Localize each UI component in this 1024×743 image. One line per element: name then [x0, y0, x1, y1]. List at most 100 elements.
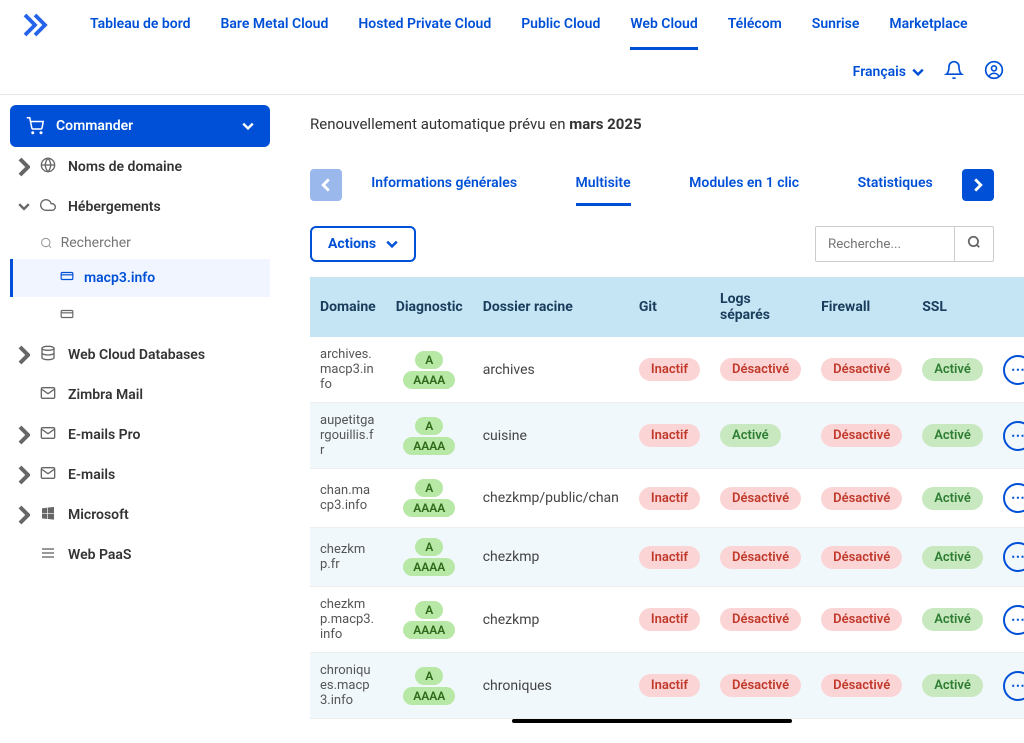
- card-icon: [60, 307, 74, 325]
- tab[interactable]: Statistiques: [858, 163, 933, 206]
- logs-cell: Activé: [710, 403, 811, 469]
- ssl-cell: Activé: [912, 469, 993, 528]
- table-row: chezkmp.frAAAAAchezkmpInactifDésactivéDé…: [310, 528, 1024, 587]
- mail-icon: [40, 425, 58, 445]
- chevron-down-icon: [242, 120, 254, 132]
- status-pill: Désactivé: [720, 487, 801, 510]
- sidebar-item-label: Hébergements: [68, 199, 161, 215]
- row-actions-button[interactable]: ⋯: [1003, 483, 1024, 513]
- firewall-cell: Désactivé: [811, 469, 912, 528]
- sidebar-item-label: Web PaaS: [68, 547, 131, 563]
- sidebar-item[interactable]: Zimbra Mail: [10, 375, 270, 415]
- actions-button[interactable]: Actions: [310, 226, 416, 262]
- diagnostic-cell: AAAAA: [386, 469, 473, 528]
- folder-cell: chroniques: [473, 653, 629, 719]
- mail-icon: [40, 385, 58, 405]
- tab[interactable]: Informations générales: [371, 163, 517, 206]
- row-actions-button[interactable]: ⋯: [1003, 671, 1024, 701]
- domain-cell: archives.macp3.info: [310, 337, 386, 403]
- column-header[interactable]: Git: [629, 277, 710, 337]
- sidebar-item[interactable]: Hébergements: [10, 187, 270, 227]
- sidebar-item[interactable]: E-mails Pro: [10, 415, 270, 455]
- folder-cell: cuisine: [473, 403, 629, 469]
- column-header[interactable]: Domaine: [310, 277, 386, 337]
- topnav-item[interactable]: Télécom: [728, 1, 782, 50]
- status-pill: Activé: [922, 424, 983, 447]
- status-pill: Désactivé: [720, 358, 801, 381]
- dns-a-badge: A: [415, 601, 443, 619]
- dns-a-badge: A: [415, 479, 443, 497]
- topnav-item[interactable]: Tableau de bord: [90, 1, 191, 50]
- domain-cell: chezkmp.macp3.info: [310, 587, 386, 653]
- order-button[interactable]: Commander: [10, 105, 270, 147]
- search-button[interactable]: [955, 226, 994, 262]
- sidebar-item-label: Noms de domaine: [68, 159, 182, 175]
- column-header[interactable]: Logs séparés: [710, 277, 811, 337]
- status-pill: Activé: [720, 424, 781, 447]
- windows-icon: [40, 505, 58, 525]
- status-pill: Activé: [922, 608, 983, 631]
- tab[interactable]: Multisite: [576, 163, 631, 206]
- git-cell: Inactif: [629, 528, 710, 587]
- sidebar-subitem[interactable]: macp3.info: [10, 259, 270, 297]
- sidebar-item[interactable]: E-mails: [10, 455, 270, 495]
- ssl-cell: Activé: [912, 653, 993, 719]
- tabs-next-button[interactable]: [962, 169, 994, 201]
- status-pill: Désactivé: [821, 487, 902, 510]
- status-pill: Inactif: [639, 487, 700, 510]
- chevron-down-icon: [18, 203, 30, 210]
- dns-aaaa-badge: AAAA: [403, 687, 455, 705]
- sidebar-item[interactable]: Microsoft: [10, 495, 270, 535]
- row-actions-button[interactable]: ⋯: [1003, 542, 1024, 572]
- status-pill: Activé: [922, 674, 983, 697]
- sidebar-item[interactable]: Web Cloud Databases: [10, 335, 270, 375]
- column-header[interactable]: Diagnostic: [386, 277, 473, 337]
- bell-icon[interactable]: [944, 60, 964, 84]
- scrollbar[interactable]: [512, 719, 792, 723]
- ssl-cell: Activé: [912, 337, 993, 403]
- status-pill: Activé: [922, 358, 983, 381]
- row-actions-button[interactable]: ⋯: [1003, 355, 1024, 385]
- logs-cell: Désactivé: [710, 469, 811, 528]
- language-selector[interactable]: Français: [853, 64, 924, 80]
- topnav-item[interactable]: Marketplace: [889, 1, 967, 50]
- column-header[interactable]: Dossier racine: [473, 277, 629, 337]
- table-row: chezkmp.macp3.infoAAAAAchezkmpInactifDés…: [310, 587, 1024, 653]
- chevron-right-icon: [18, 505, 30, 525]
- search-input[interactable]: [815, 226, 955, 262]
- topnav-item[interactable]: Hosted Private Cloud: [358, 1, 491, 50]
- topnav-item[interactable]: Bare Metal Cloud: [221, 1, 329, 50]
- firewall-cell: Désactivé: [811, 587, 912, 653]
- column-header[interactable]: SSL: [912, 277, 993, 337]
- topnav-item[interactable]: Web Cloud: [630, 1, 697, 50]
- column-header[interactable]: Firewall: [811, 277, 912, 337]
- status-pill: Inactif: [639, 608, 700, 631]
- domain-cell: chroniques.macp3.info: [310, 653, 386, 719]
- status-pill: Inactif: [639, 358, 700, 381]
- status-pill: Désactivé: [720, 674, 801, 697]
- topnav-item[interactable]: Public Cloud: [521, 1, 600, 50]
- tab[interactable]: Modules en 1 clic: [689, 163, 799, 206]
- dns-a-badge: A: [415, 351, 443, 369]
- mail-icon: [40, 465, 58, 485]
- row-actions-button[interactable]: ⋯: [1003, 421, 1024, 451]
- logo-icon: [20, 10, 50, 40]
- dns-aaaa-badge: AAAA: [403, 371, 455, 389]
- db-icon: [40, 345, 58, 365]
- user-icon[interactable]: [984, 60, 1004, 84]
- sidebar-item[interactable]: Noms de domaine: [10, 147, 270, 187]
- search-icon: [967, 235, 981, 249]
- status-pill: Inactif: [639, 674, 700, 697]
- main-content: Renouvellement automatique prévu en mars…: [280, 95, 1024, 743]
- topnav-item[interactable]: Sunrise: [812, 1, 860, 50]
- domain-cell: chezkmp.fr: [310, 528, 386, 587]
- folder-cell: archives: [473, 337, 629, 403]
- row-actions-button[interactable]: ⋯: [1003, 605, 1024, 635]
- status-pill: Désactivé: [821, 608, 902, 631]
- sidebar-item[interactable]: Web PaaS: [10, 535, 270, 575]
- sidebar-subitem[interactable]: [10, 297, 270, 335]
- dns-a-badge: A: [415, 667, 443, 685]
- git-cell: Inactif: [629, 587, 710, 653]
- sidebar-search-input[interactable]: [61, 235, 240, 251]
- tabs-prev-button[interactable]: [310, 169, 342, 201]
